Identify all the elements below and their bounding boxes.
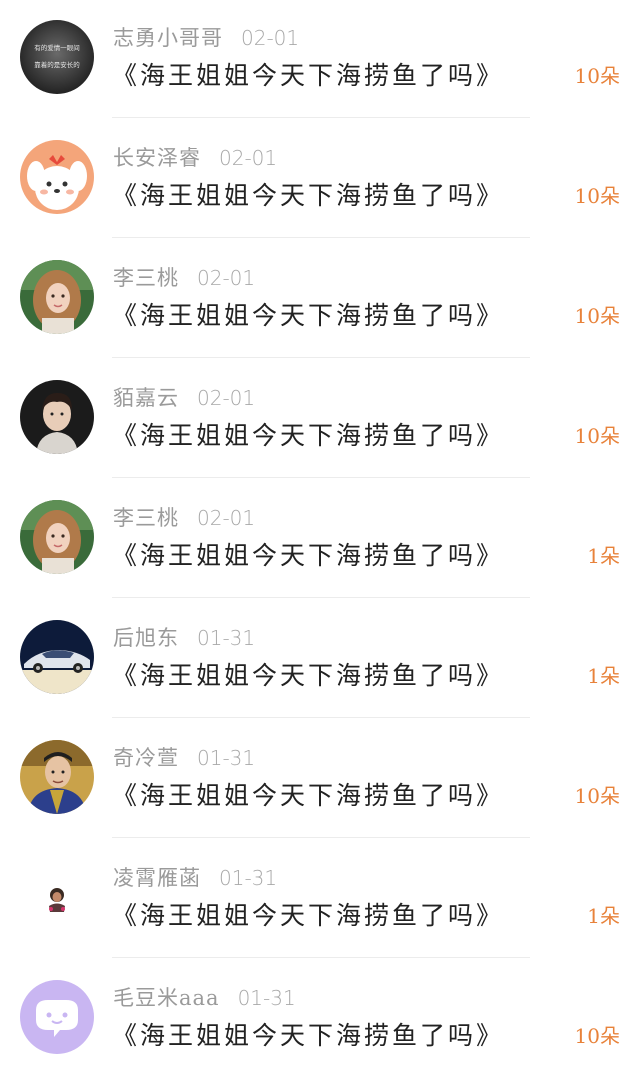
car-photo-avatar-icon: [20, 620, 94, 694]
list-item[interactable]: 李三桃 02-01 《海王姐姐今天下海捞鱼了吗》 1朵: [0, 480, 640, 600]
flower-count: 10朵: [574, 184, 620, 208]
send-date: 01-31: [237, 986, 296, 1010]
divider: [112, 957, 530, 958]
send-date: 01-31: [197, 746, 256, 770]
flower-count: 1朵: [587, 544, 620, 568]
flower-count: 10朵: [574, 304, 620, 328]
sender-name[interactable]: 毛豆米aaa: [113, 982, 220, 1012]
message-text: 《海王姐姐今天下海捞鱼了吗》: [112, 301, 505, 330]
grayscale-quote-avatar-icon: 有的爱情一眼间 靠着的是安长的: [20, 20, 94, 94]
divider: [112, 357, 530, 358]
list-item[interactable]: 奇冷萱 01-31 《海王姐姐今天下海捞鱼了吗》 10朵: [0, 720, 640, 840]
small-figure-avatar-icon: [20, 860, 94, 934]
list-item[interactable]: 长安泽睿 02-01 《海王姐姐今天下海捞鱼了吗》 10朵: [0, 120, 640, 240]
send-date: 02-01: [197, 386, 256, 410]
divider: [112, 597, 530, 598]
message-text: 《海王姐姐今天下海捞鱼了吗》: [112, 541, 505, 570]
avatar-quote-line-2: 靠着的是安长的: [34, 60, 80, 69]
send-date: 02-01: [219, 146, 278, 170]
flower-count: 10朵: [574, 1024, 620, 1048]
message-text: 《海王姐姐今天下海捞鱼了吗》: [112, 61, 505, 90]
sender-name[interactable]: 李三桃: [113, 502, 179, 532]
divider: [112, 717, 530, 718]
avatar[interactable]: 有的爱情一眼间 靠着的是安长的: [20, 20, 94, 94]
sender-name[interactable]: 长安泽睿: [113, 142, 201, 172]
message-text: 《海王姐姐今天下海捞鱼了吗》: [112, 781, 505, 810]
message-text: 《海王姐姐今天下海捞鱼了吗》: [112, 1021, 505, 1050]
cartoon-dog-avatar-icon: [20, 140, 94, 214]
avatar[interactable]: [20, 860, 94, 934]
divider: [112, 237, 530, 238]
sender-name[interactable]: 貊嘉云: [113, 382, 179, 412]
avatar[interactable]: [20, 500, 94, 574]
gift-record-list: 有的爱情一眼间 靠着的是安长的 志勇小哥哥 02-01 《海王姐姐今天下海捞鱼了…: [0, 0, 640, 1065]
chat-bubble-avatar-icon: [20, 980, 94, 1054]
avatar[interactable]: [20, 980, 94, 1054]
woman-photo-avatar-icon: [20, 500, 94, 574]
man-photo-avatar-icon: [20, 380, 94, 454]
sender-name[interactable]: 志勇小哥哥: [113, 22, 223, 52]
avatar[interactable]: [20, 740, 94, 814]
divider: [112, 837, 530, 838]
list-item[interactable]: 毛豆米aaa 01-31 《海王姐姐今天下海捞鱼了吗》 10朵: [0, 960, 640, 1065]
flower-count: 1朵: [587, 664, 620, 688]
send-date: 02-01: [241, 26, 300, 50]
list-item[interactable]: 貊嘉云 02-01 《海王姐姐今天下海捞鱼了吗》 10朵: [0, 360, 640, 480]
sender-name[interactable]: 后旭东: [113, 622, 179, 652]
list-item[interactable]: 李三桃 02-01 《海王姐姐今天下海捞鱼了吗》 10朵: [0, 240, 640, 360]
sender-name[interactable]: 李三桃: [113, 262, 179, 292]
woman-photo-avatar-icon: [20, 260, 94, 334]
avatar[interactable]: [20, 620, 94, 694]
send-date: 01-31: [219, 866, 278, 890]
costume-man-avatar-icon: [20, 740, 94, 814]
sender-name[interactable]: 凌霄雁菡: [113, 862, 201, 892]
avatar[interactable]: [20, 140, 94, 214]
send-date: 02-01: [197, 266, 256, 290]
flower-count: 1朵: [587, 904, 620, 928]
avatar-quote-line-1: 有的爱情一眼间: [34, 43, 80, 52]
message-text: 《海王姐姐今天下海捞鱼了吗》: [112, 661, 505, 690]
divider: [112, 117, 530, 118]
message-text: 《海王姐姐今天下海捞鱼了吗》: [112, 181, 505, 210]
list-item[interactable]: 后旭东 01-31 《海王姐姐今天下海捞鱼了吗》 1朵: [0, 600, 640, 720]
divider: [112, 477, 530, 478]
sender-name[interactable]: 奇冷萱: [113, 742, 179, 772]
list-item[interactable]: 有的爱情一眼间 靠着的是安长的 志勇小哥哥 02-01 《海王姐姐今天下海捞鱼了…: [0, 0, 640, 120]
message-text: 《海王姐姐今天下海捞鱼了吗》: [112, 421, 505, 450]
avatar[interactable]: [20, 260, 94, 334]
list-item[interactable]: 凌霄雁菡 01-31 《海王姐姐今天下海捞鱼了吗》 1朵: [0, 840, 640, 960]
send-date: 01-31: [197, 626, 256, 650]
avatar[interactable]: [20, 380, 94, 454]
flower-count: 10朵: [574, 64, 620, 88]
flower-count: 10朵: [574, 784, 620, 808]
flower-count: 10朵: [574, 424, 620, 448]
send-date: 02-01: [197, 506, 256, 530]
message-text: 《海王姐姐今天下海捞鱼了吗》: [112, 901, 505, 930]
